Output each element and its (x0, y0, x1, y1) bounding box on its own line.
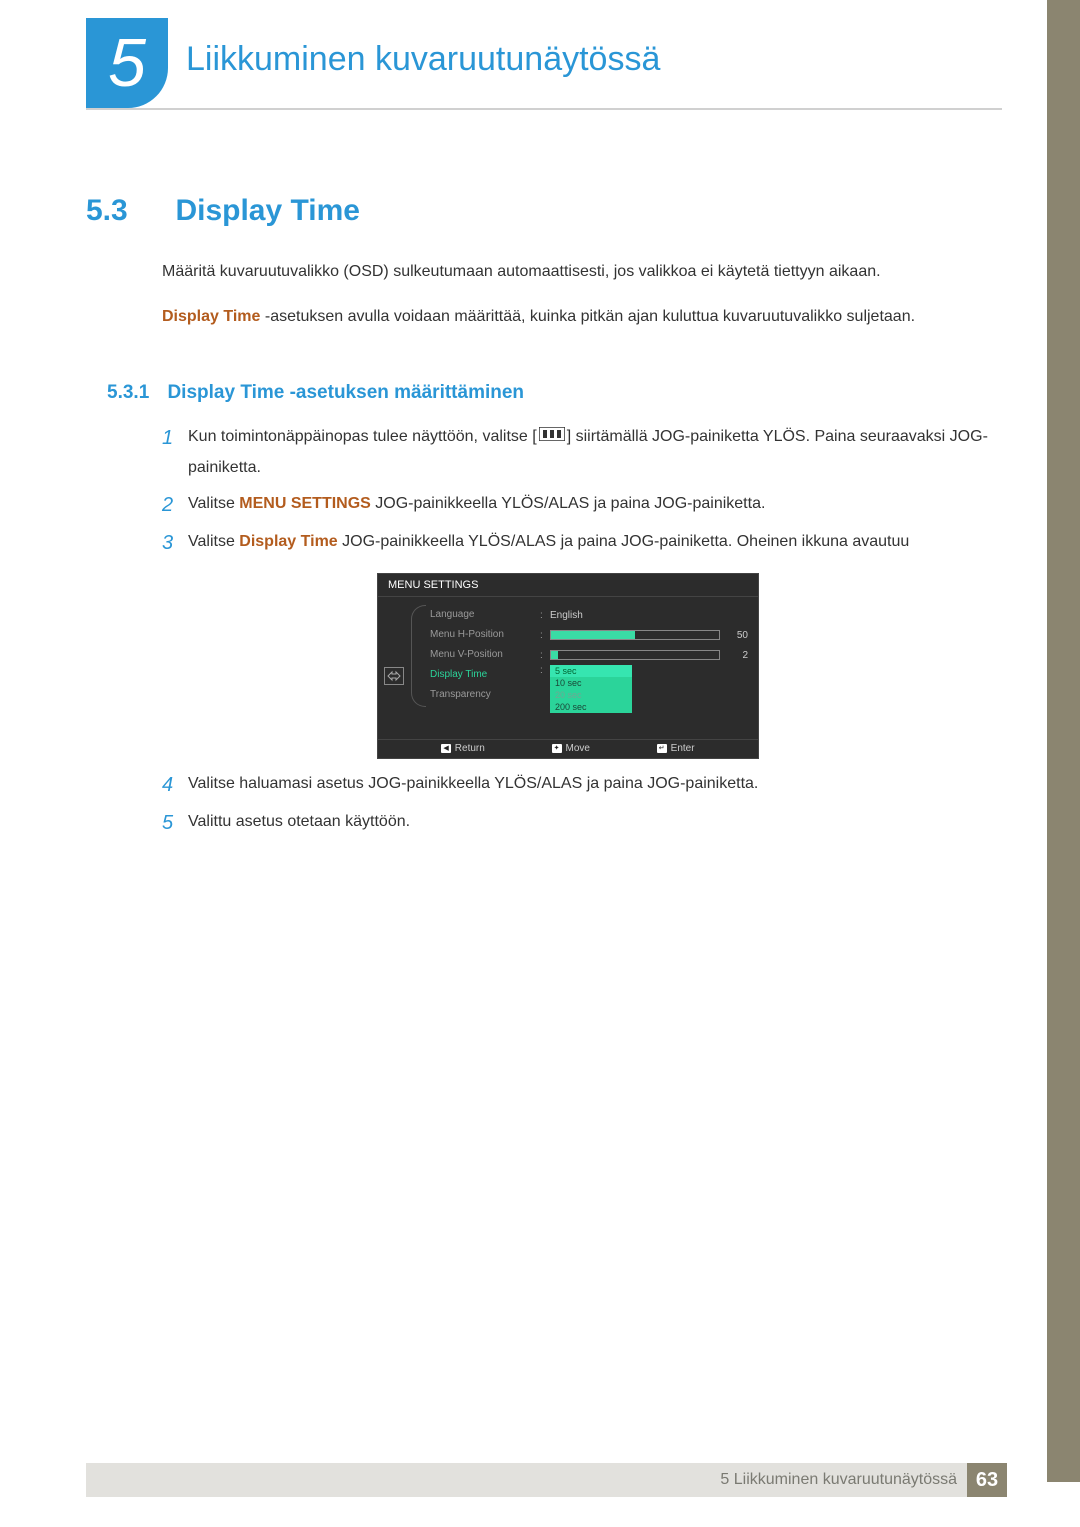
display-time-highlight: Display Time (162, 308, 260, 325)
osd-item-hpos: Menu H-Position (430, 625, 540, 645)
step-text: Kun toimintonäppäinopas tulee näyttöön, … (188, 421, 1002, 484)
osd-move: ✦Move (552, 743, 590, 754)
subsection-title: Display Time -asetuksen määrittäminen (167, 382, 524, 403)
menu-settings-highlight: MENU SETTINGS (239, 495, 371, 512)
section-number: 5.3 (86, 194, 171, 228)
osd-item-transparency: Transparency (430, 685, 540, 705)
osd-cursor-icon (384, 667, 404, 685)
osd-value-vpos: : 2 (540, 645, 748, 665)
osd-return: ◀Return (441, 743, 484, 754)
osd-hpos-slider (550, 630, 720, 640)
osd-vpos-slider (550, 650, 720, 660)
step-number: 4 (162, 768, 188, 802)
osd-curve (411, 605, 426, 707)
footer-bar: 5 Liikkuminen kuvaruutunäytössä 63 (86, 1463, 1007, 1497)
step-text: Valittu asetus otetaan käyttöön. (188, 806, 410, 840)
osd-opt-200sec: 200 sec (550, 701, 632, 713)
chapter-title: Liikkuminen kuvaruutunäytössä (186, 40, 660, 79)
footer-text: 5 Liikkuminen kuvaruutunäytössä (720, 1471, 967, 1489)
steps-list-cont: 4 Valitse haluamasi asetus JOG-painikkee… (162, 768, 1002, 844)
osd-opt-5sec: 5 sec (550, 665, 632, 677)
section-title: Display Time (175, 194, 360, 227)
osd-menu-graphic: MENU SETTINGS Language Menu H-Position M… (377, 573, 759, 759)
intro-p1: Määritä kuvaruutuvalikko (OSD) sulkeutum… (162, 258, 1002, 287)
enter-key-icon: ↵ (657, 744, 667, 753)
chapter-badge: 5 (86, 18, 168, 108)
steps-list: 1 Kun toimintonäppäinopas tulee näyttöön… (162, 421, 1002, 564)
osd-opt-10sec: 10 sec (550, 677, 632, 689)
osd-cursor-col (378, 597, 412, 739)
move-key-icon: ✦ (552, 744, 562, 753)
step-number: 2 (162, 488, 188, 522)
osd-title: MENU SETTINGS (378, 574, 758, 597)
osd-item-vpos: Menu V-Position (430, 645, 540, 665)
step-number: 3 (162, 526, 188, 560)
step-number: 1 (162, 421, 188, 484)
osd-enter: ↵Enter (657, 743, 695, 754)
intro-body: Määritä kuvaruutuvalikko (OSD) sulkeutum… (162, 258, 1002, 348)
osd-value-hpos: : 50 (540, 625, 748, 645)
step-3: 3 Valitse Display Time JOG-painikkeella … (162, 526, 1002, 560)
return-key-icon: ◀ (441, 744, 450, 753)
intro-p2: Display Time -asetuksen avulla voidaan m… (162, 303, 1002, 332)
step-text: Valitse MENU SETTINGS JOG-painikkeella Y… (188, 488, 765, 522)
osd-item-language: Language (430, 605, 540, 625)
section-heading: 5.3 Display Time (86, 194, 360, 228)
osd-dtime-dropdown: 5 sec 10 sec 20 sec 200 sec (550, 665, 632, 713)
header-underline (86, 108, 1002, 110)
osd-body: Language Menu H-Position Menu V-Position… (378, 597, 758, 739)
osd-footer: ◀Return ✦Move ↵Enter (378, 739, 758, 757)
step-number: 5 (162, 806, 188, 840)
osd-value-dtime: : 5 sec 10 sec 20 sec 200 sec (540, 665, 748, 713)
osd-item-list: Language Menu H-Position Menu V-Position… (412, 597, 540, 739)
osd-value-language: :English (540, 605, 748, 625)
display-time-highlight: Display Time (239, 533, 337, 550)
intro-p2-rest: -asetuksen avulla voidaan määrittää, kui… (260, 308, 915, 325)
osd-opt-20sec: 20 sec (550, 689, 632, 701)
chapter-number: 5 (108, 29, 146, 97)
osd-values: :English : 50 : 2 : 5 sec 10 sec 20 sec … (540, 597, 758, 739)
step-5: 5 Valittu asetus otetaan käyttöön. (162, 806, 1002, 840)
step-text: Valitse Display Time JOG-painikkeella YL… (188, 526, 909, 560)
subsection-number: 5.3.1 (107, 382, 163, 404)
step-4: 4 Valitse haluamasi asetus JOG-painikkee… (162, 768, 1002, 802)
footer-page-number: 63 (967, 1463, 1007, 1497)
subsection-heading: 5.3.1 Display Time -asetuksen määrittämi… (107, 382, 524, 404)
osd-item-display-time: Display Time (430, 665, 540, 685)
step-text: Valitse haluamasi asetus JOG-painikkeell… (188, 768, 758, 802)
step-1: 1 Kun toimintonäppäinopas tulee näyttöön… (162, 421, 1002, 484)
menu-icon (539, 421, 565, 452)
step-2: 2 Valitse MENU SETTINGS JOG-painikkeella… (162, 488, 1002, 522)
side-tab (1047, 0, 1080, 1482)
